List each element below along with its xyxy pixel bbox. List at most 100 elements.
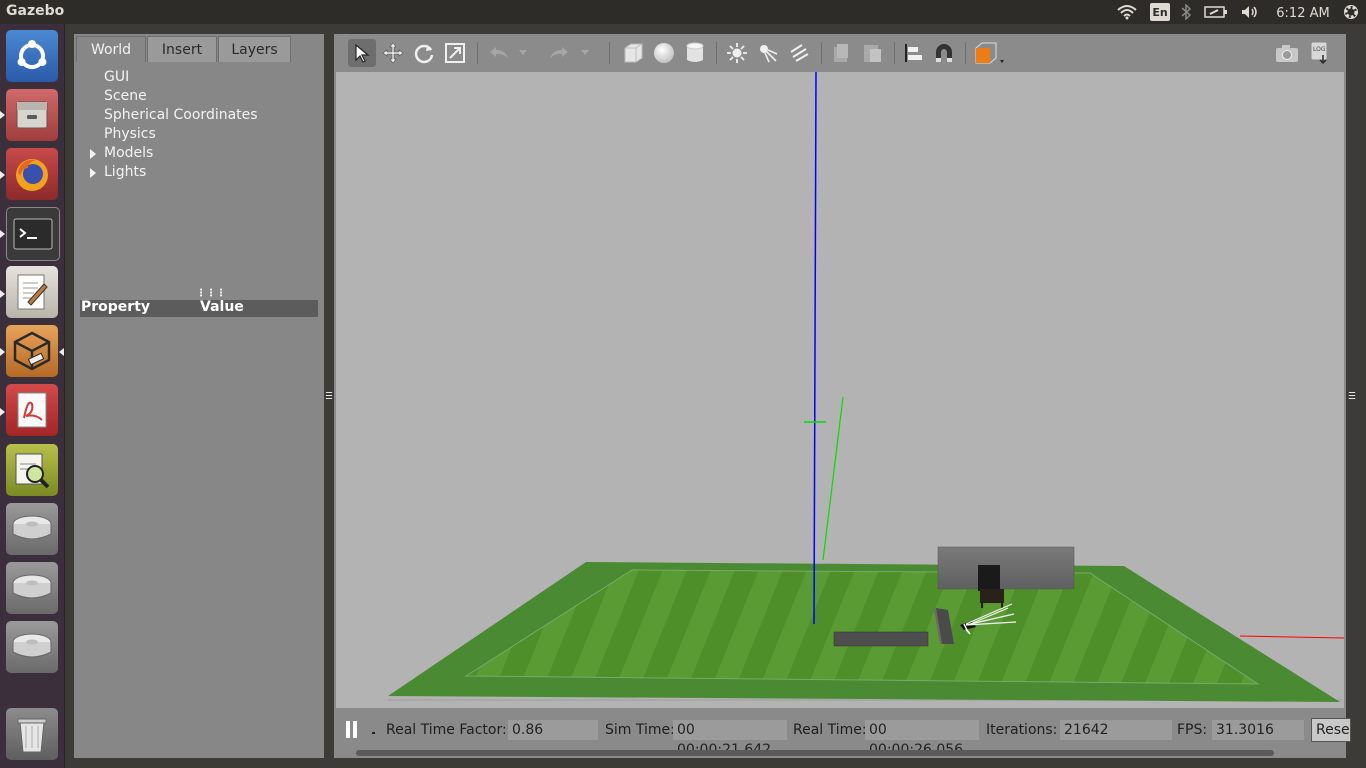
pause-icon[interactable]: [346, 721, 350, 738]
cabinet-model[interactable]: [980, 589, 1004, 603]
tree-item-spherical-coordinates[interactable]: Spherical Coordinates: [104, 106, 258, 125]
real-time-value: 00 00:00:26.056: [865, 720, 979, 758]
drive-icon[interactable]: [6, 621, 58, 673]
focused-indicator: [59, 348, 64, 356]
toolbar-separator: [821, 42, 822, 64]
scale-mode-button[interactable]: [442, 40, 468, 66]
paste-icon: [864, 45, 881, 62]
clock[interactable]: 6:12 AM: [1274, 3, 1332, 23]
pause-icon-bar[interactable]: [353, 721, 357, 738]
app-title: Gazebo: [6, 3, 65, 19]
scale-icon: [445, 43, 465, 63]
volume-icon[interactable]: [1238, 2, 1262, 22]
svg-text:LOG: LOG: [1313, 46, 1326, 53]
align-icon: [905, 44, 922, 62]
rotate-icon: [414, 44, 434, 64]
point-light-icon: [727, 43, 747, 63]
keyboard-language-indicator[interactable]: En: [1150, 3, 1170, 21]
doorway-model[interactable]: [978, 565, 1000, 591]
panel-splitter-handle[interactable]: ⋮⋮⋮: [196, 289, 226, 299]
running-indicator: [0, 111, 5, 119]
world-panel: World Insert Layers GUI Scene Spherical …: [74, 34, 324, 758]
value-column-header[interactable]: Value: [200, 299, 244, 315]
horizontal-scrollbar[interactable]: [356, 750, 1274, 756]
expand-arrow-icon[interactable]: [90, 168, 96, 178]
spot-light-button[interactable]: [755, 40, 781, 66]
left-splitter-handle[interactable]: ─ ─ ─: [326, 389, 332, 405]
top-panel: Gazebo En 6:12 AM: [0, 0, 1366, 24]
drive-icon[interactable]: [6, 562, 58, 614]
sphere-icon: [654, 43, 674, 63]
right-splitter-handle[interactable]: ─ ─ ─: [1349, 389, 1355, 405]
system-gear-icon[interactable]: [1340, 2, 1362, 22]
toolbar-separator: [609, 42, 610, 64]
iterations-value: 21642: [1060, 720, 1172, 740]
iterations-label: Iterations:: [986, 722, 1058, 738]
tab-world[interactable]: World: [76, 36, 146, 62]
tree-item-lights[interactable]: Lights: [90, 163, 146, 182]
log-icon: LOG: [1310, 41, 1328, 65]
tree-item-models[interactable]: Models: [90, 144, 153, 163]
battery-icon[interactable]: [1202, 2, 1230, 22]
trash-icon[interactable]: [6, 708, 58, 760]
property-column-header[interactable]: Property: [81, 299, 150, 315]
brick-wall-model[interactable]: [937, 546, 1075, 590]
align-button[interactable]: [901, 40, 927, 66]
tree-item-gui[interactable]: GUI: [104, 68, 129, 87]
real-time-factor-value: 0.86: [508, 720, 598, 740]
step-icon[interactable]: [372, 732, 375, 734]
system-monitor-icon[interactable]: [6, 444, 58, 496]
render-panel: LOG Real Time Factor: 0.86 Sim Time: 00 …: [334, 34, 1351, 758]
running-indicator: [0, 171, 5, 179]
translate-mode-button[interactable]: [380, 40, 406, 66]
screenshot-button[interactable]: [1274, 40, 1300, 66]
tree-item-physics[interactable]: Physics: [104, 125, 156, 144]
sphere-shape-button[interactable]: [651, 40, 677, 66]
tab-layers[interactable]: Layers: [218, 36, 291, 62]
text-editor-icon[interactable]: [6, 266, 58, 318]
scene-render[interactable]: [336, 72, 1344, 708]
paste-button[interactable]: [859, 40, 885, 66]
redo-button[interactable]: [546, 40, 572, 66]
running-indicator: [0, 348, 5, 356]
wifi-icon[interactable]: [1116, 2, 1138, 22]
log-data-button[interactable]: LOG: [1306, 40, 1332, 66]
real-time-factor-label: Real Time Factor:: [386, 722, 507, 738]
gazebo-icon[interactable]: [6, 325, 58, 377]
undo-history-dropdown[interactable]: [516, 40, 530, 66]
drive-icon[interactable]: [6, 503, 58, 555]
rotate-mode-button[interactable]: [411, 40, 437, 66]
reset-time-button[interactable]: Reset: [1311, 718, 1351, 742]
jersey-barrier-model[interactable]: [833, 631, 929, 647]
move-arrows-icon: [382, 42, 404, 64]
document-viewer-icon[interactable]: [6, 384, 58, 436]
box-icon: [624, 43, 643, 63]
select-mode-button[interactable]: [348, 39, 376, 67]
copy-button[interactable]: [828, 40, 854, 66]
running-indicator: [0, 408, 5, 416]
bottom-status-bar: Real Time Factor: 0.86 Sim Time: 00 00:0…: [334, 710, 1351, 758]
3d-viewport[interactable]: [336, 72, 1344, 708]
firefox-icon[interactable]: [6, 148, 58, 200]
tab-insert[interactable]: Insert: [147, 36, 217, 62]
terminal-icon[interactable]: [6, 207, 60, 261]
cylinder-shape-button[interactable]: [682, 40, 708, 66]
point-light-button[interactable]: [724, 40, 750, 66]
box-shape-button[interactable]: [620, 40, 646, 66]
property-table-header: Property Value: [80, 299, 318, 317]
files-icon[interactable]: [6, 89, 58, 141]
snap-button[interactable]: [931, 40, 957, 66]
sim-time-label: Sim Time:: [605, 722, 675, 738]
view-angle-button[interactable]: [972, 40, 1006, 66]
fps-value: 31.3016: [1212, 720, 1304, 740]
cylinder-icon: [686, 42, 704, 62]
directional-light-button[interactable]: [786, 40, 812, 66]
tree-item-scene[interactable]: Scene: [104, 87, 147, 106]
toolbar-separator: [894, 42, 895, 64]
launcher: [0, 24, 65, 768]
ubuntu-dash-icon[interactable]: [6, 30, 58, 82]
redo-history-dropdown[interactable]: [578, 40, 592, 66]
bluetooth-icon[interactable]: [1178, 2, 1194, 22]
undo-button[interactable]: [486, 40, 512, 66]
expand-arrow-icon[interactable]: [90, 149, 96, 159]
